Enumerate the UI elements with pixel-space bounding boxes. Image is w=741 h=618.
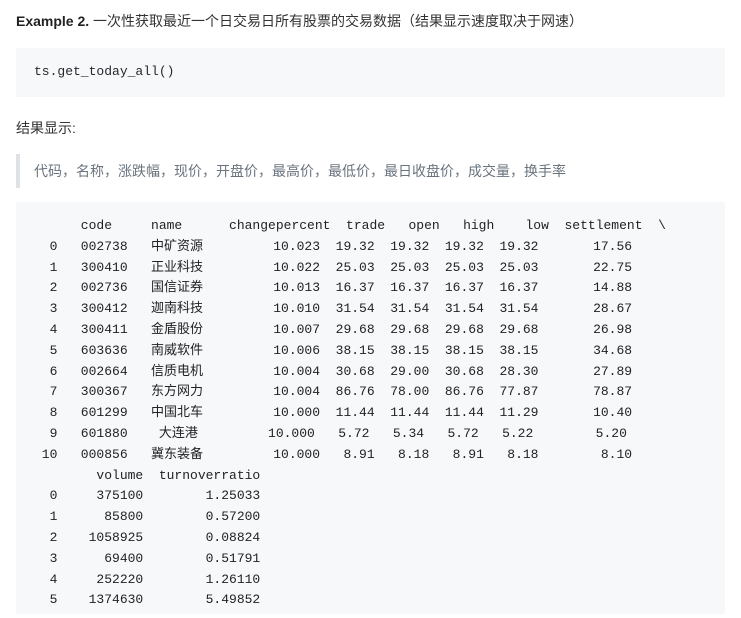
data-output: code name changepercent trade open high …	[16, 202, 725, 614]
column-description: 代码，名称，涨跌幅，现价，开盘价，最高价，最低价，最日收盘价，成交量，换手率	[16, 154, 725, 188]
code-block: ts.get_today_all()	[16, 48, 725, 97]
example-desc: 一次性获取最近一个日交易日所有股票的交易数据（结果显示速度取决于网速）	[93, 13, 583, 29]
example-number: Example 2.	[16, 13, 89, 29]
example-header: Example 2. 一次性获取最近一个日交易日所有股票的交易数据（结果显示速度…	[0, 0, 741, 42]
blockquote-text: 代码，名称，涨跌幅，现价，开盘价，最高价，最低价，最日收盘价，成交量，换手率	[34, 163, 566, 179]
code-text: ts.get_today_all()	[34, 64, 174, 79]
result-label: 结果显示:	[0, 113, 741, 149]
